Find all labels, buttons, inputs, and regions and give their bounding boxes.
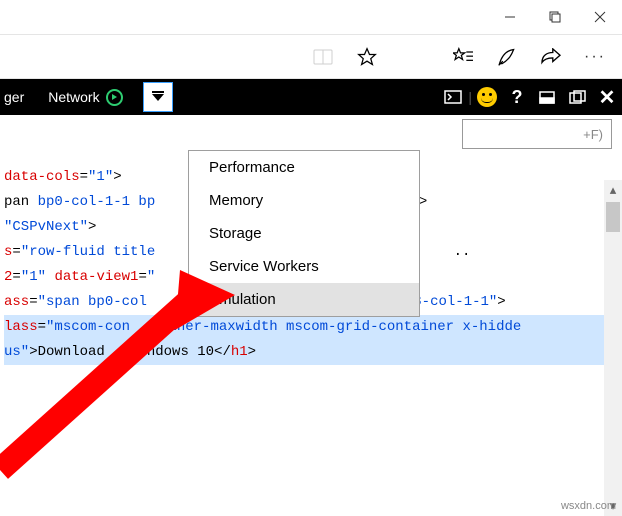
- feedback-icon[interactable]: [472, 79, 502, 115]
- close-devtools-icon[interactable]: ✕: [592, 79, 622, 115]
- undock-icon[interactable]: [562, 79, 592, 115]
- more-tools-dropdown-button[interactable]: [143, 82, 173, 112]
- menu-item-performance[interactable]: Performance: [189, 151, 419, 184]
- code-line-highlighted: us">Download indows 10</h1>: [4, 340, 604, 365]
- more-actions-icon[interactable]: ···: [584, 46, 606, 68]
- favorites-list-icon[interactable]: [452, 46, 474, 68]
- help-icon[interactable]: ?: [502, 79, 532, 115]
- share-icon[interactable]: [540, 46, 562, 68]
- watermark: wsxdn.com: [561, 500, 616, 512]
- devtools-toolbar: ger Network | ? ✕: [0, 79, 622, 115]
- tab-network[interactable]: Network: [36, 79, 134, 115]
- tab-network-label: Network: [48, 89, 99, 105]
- scroll-up-button[interactable]: ▴: [604, 180, 622, 200]
- minimize-button[interactable]: [487, 0, 532, 34]
- tab-debugger-fragment[interactable]: ger: [0, 79, 36, 115]
- close-window-button[interactable]: [577, 0, 622, 34]
- browser-toolbar: ···: [0, 35, 622, 79]
- menu-item-service-workers[interactable]: Service Workers: [189, 250, 419, 283]
- play-icon: [106, 89, 123, 106]
- find-input-fragment[interactable]: +F): [462, 119, 612, 149]
- find-placeholder-fragment: +F): [583, 127, 603, 142]
- favorite-star-icon[interactable]: [356, 46, 378, 68]
- reading-view-icon[interactable]: [312, 46, 334, 68]
- maximize-button[interactable]: [532, 0, 577, 34]
- menu-item-storage[interactable]: Storage: [189, 217, 419, 250]
- more-tools-dropdown: Performance Memory Storage Service Worke…: [188, 150, 420, 317]
- code-line-highlighted: lass="mscom-conainer-maxwidth mscom-grid…: [4, 315, 604, 340]
- console-icon[interactable]: [438, 79, 468, 115]
- menu-item-emulation[interactable]: Emulation: [189, 283, 419, 316]
- vertical-scrollbar[interactable]: ▴ ▾: [604, 180, 622, 516]
- web-notes-icon[interactable]: [496, 46, 518, 68]
- dock-bottom-icon[interactable]: [532, 79, 562, 115]
- scroll-thumb[interactable]: [606, 202, 620, 232]
- menu-item-memory[interactable]: Memory: [189, 184, 419, 217]
- window-titlebar: [0, 0, 622, 35]
